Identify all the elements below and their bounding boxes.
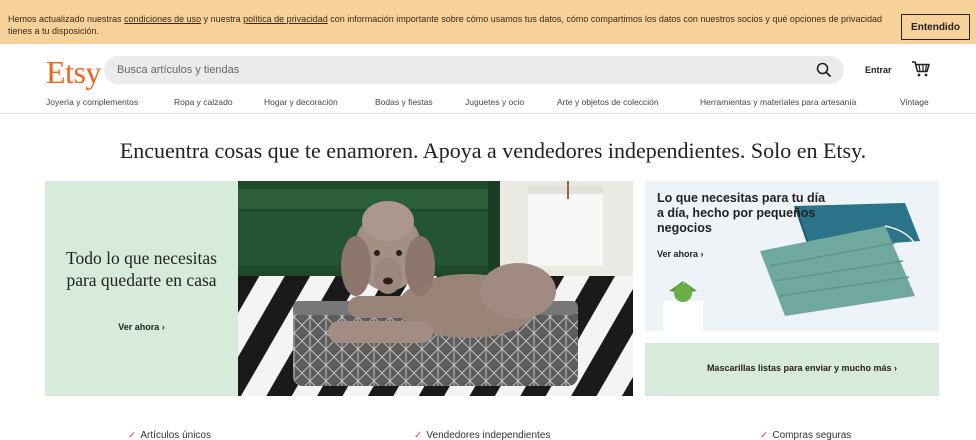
privacy-link[interactable]: política de privacidad: [243, 14, 328, 24]
category-clothing[interactable]: Ropa y calzado: [174, 97, 233, 107]
check-icon: ✓: [128, 430, 137, 440]
cookie-banner-text: Hemos actualizado nuestras condiciones d…: [8, 13, 888, 37]
search-bar: [104, 56, 844, 84]
value-label: Compras seguras: [772, 430, 852, 440]
hero-title: Todo lo que necesitas para quedarte en c…: [66, 248, 217, 290]
banner-text-part: y nuestra: [201, 14, 244, 24]
masks-promo-link[interactable]: Mascarillas listas para enviar y mucho m…: [645, 363, 939, 373]
check-icon: ✓: [760, 430, 769, 440]
accept-cookies-button[interactable]: Entendido: [901, 14, 970, 40]
category-art[interactable]: Arte y objetos de colección: [557, 97, 659, 107]
check-icon: ✓: [414, 430, 423, 440]
cart-icon[interactable]: [911, 59, 931, 79]
daily-needs-card[interactable]: Lo que necesitas para tu día a día, hech…: [645, 181, 939, 331]
category-toys[interactable]: Juguetes y ocio: [465, 97, 524, 107]
page-tagline: Encuentra cosas que te enamoren. Apoya a…: [119, 138, 867, 163]
signin-link[interactable]: Entrar: [865, 65, 892, 75]
hero-dog-image[interactable]: [238, 181, 633, 396]
terms-link[interactable]: condiciones de uso: [124, 14, 201, 24]
search-icon[interactable]: [815, 61, 833, 79]
category-weddings[interactable]: Bodas y fiestas: [375, 97, 433, 107]
value-secure-shopping: ✓ Compras seguras: [760, 430, 851, 440]
category-vintage[interactable]: Vintage: [900, 97, 929, 107]
cookie-banner: Hemos actualizado nuestras condiciones d…: [0, 0, 976, 44]
hero-promo-card[interactable]: Todo lo que necesitas para quedarte en c…: [45, 181, 238, 396]
etsy-logo[interactable]: Etsy: [46, 54, 101, 90]
category-home[interactable]: Hogar y decoración: [264, 97, 338, 107]
banner-text-part: Hemos actualizado nuestras: [8, 14, 125, 24]
daily-needs-title: Lo que necesitas para tu día a día, hech…: [657, 191, 826, 235]
value-unique-items: ✓ Artículos únicos: [128, 430, 211, 440]
value-label: Vendedores independientes: [426, 430, 551, 440]
daily-needs-link[interactable]: Ver ahora ›: [657, 249, 704, 259]
hero-shop-link[interactable]: Ver ahora ›: [45, 322, 238, 332]
masks-promo-card[interactable]: Mascarillas listas para enviar y mucho m…: [645, 343, 939, 396]
search-input[interactable]: [117, 62, 797, 78]
category-craft-supplies[interactable]: Herramientas y materiales para artesanía: [700, 97, 856, 107]
value-independent-sellers: ✓ Vendedores independientes: [414, 430, 550, 440]
category-nav: Joyería y complementos Ropa y calzado Ho…: [0, 94, 976, 114]
category-jewelry[interactable]: Joyería y complementos: [46, 97, 138, 107]
value-label: Artículos únicos: [140, 430, 211, 440]
